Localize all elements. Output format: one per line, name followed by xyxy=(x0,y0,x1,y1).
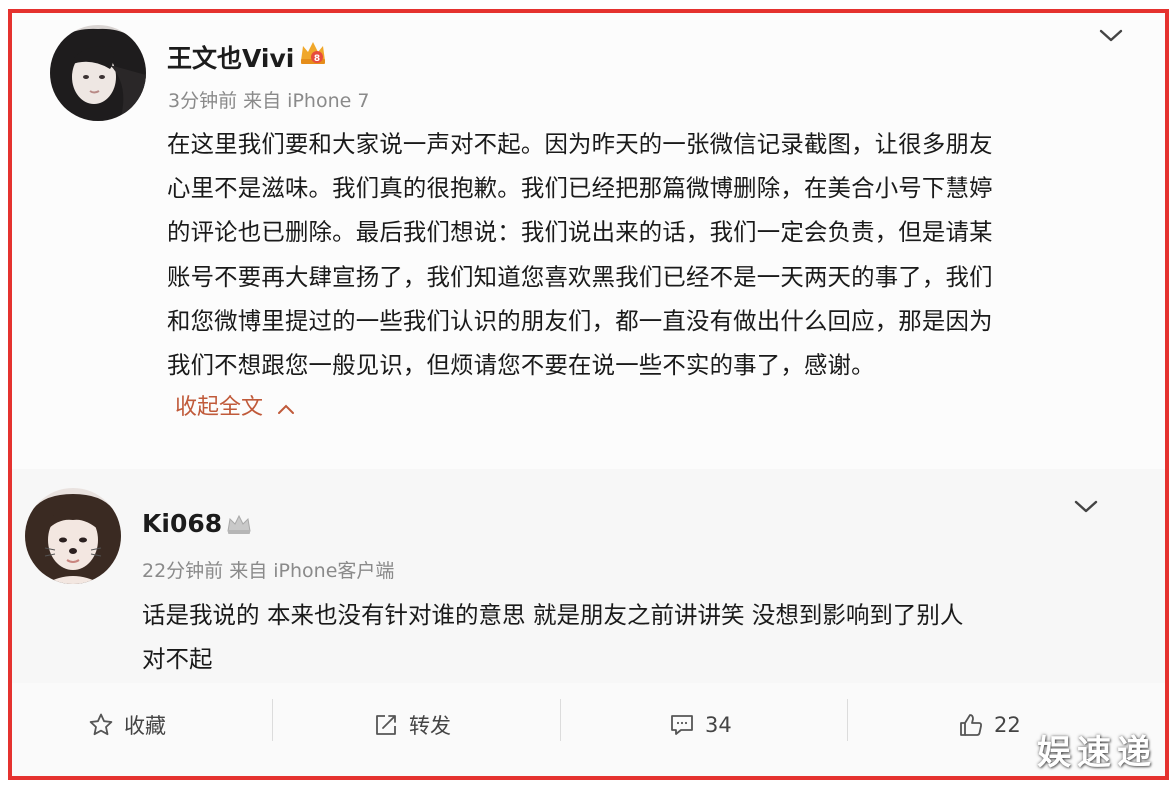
post-text-line: 我们不想跟您一般见识，但烦请您不要在说一些不实的事了，感谢。 xyxy=(167,351,875,379)
action-divider xyxy=(847,699,848,741)
collapse-text-button[interactable]: 收起全文 xyxy=(175,389,295,421)
chevron-up-icon xyxy=(277,396,295,421)
comment-username[interactable]: Ki068 xyxy=(142,509,222,538)
favorite-button[interactable]: 收藏 xyxy=(88,707,166,743)
like-button[interactable]: 22 xyxy=(958,707,1021,743)
action-divider xyxy=(560,699,561,741)
svg-text:8: 8 xyxy=(314,54,320,64)
comment-count: 34 xyxy=(705,713,732,737)
crown-badge-icon: 8 xyxy=(298,37,328,67)
star-icon xyxy=(89,713,113,736)
post-text-line: 账号不要再大肆宣扬了，我们知道您喜欢黑我们已经不是一天两天的事了，我们 xyxy=(167,263,993,291)
post-text-line: 的评论也已删除。最后我们想说：我们说出来的话，我们一定会负责，但是请某 xyxy=(167,218,993,246)
reply-comment: Ki068 22分钟前 来自 iPhone客户端 话是我说的 本来也没有针对谁的… xyxy=(12,469,1165,683)
post-menu-chevron-icon[interactable] xyxy=(1098,28,1124,44)
post-text-line: 和您微博里提过的一些我们认识的朋友们，都一直没有做出什么回应，那是因为 xyxy=(167,307,993,335)
weibo-post: 王文也Vivi 8 3分钟前 来自 iPhone 7 在这里我们要和大家说一声对… xyxy=(12,13,1165,469)
repost-label: 转发 xyxy=(409,714,451,738)
screenshot-frame: 王文也Vivi 8 3分钟前 来自 iPhone 7 在这里我们要和大家说一声对… xyxy=(8,9,1169,780)
repost-button[interactable]: 转发 xyxy=(373,707,451,743)
post-meta: 3分钟前 来自 iPhone 7 xyxy=(168,90,370,112)
favorite-label: 收藏 xyxy=(124,714,166,738)
collapse-label: 收起全文 xyxy=(175,395,264,420)
post-avatar[interactable] xyxy=(50,25,146,121)
crown-badge-icon xyxy=(224,509,254,539)
watermark-text: 娱速递 xyxy=(1037,733,1157,773)
comment-text-line: 对不起 xyxy=(142,645,213,673)
like-count: 22 xyxy=(994,713,1021,737)
comment-text-line: 话是我说的 本来也没有针对谁的意思 就是朋友之前讲讲笑 没想到影响到了别人 xyxy=(142,601,964,629)
thumbs-up-icon xyxy=(960,714,982,736)
post-text-line: 心里不是滋味。我们真的很抱歉。我们已经把那篇微博删除，在美合小号下慧婷 xyxy=(167,174,993,202)
comment-avatar[interactable] xyxy=(25,488,121,584)
action-divider xyxy=(272,699,273,741)
post-username[interactable]: 王文也Vivi xyxy=(167,39,294,75)
post-text-line: 在这里我们要和大家说一声对不起。因为昨天的一张微信记录截图，让很多朋友 xyxy=(167,130,993,158)
comment-button[interactable]: 34 xyxy=(669,707,732,743)
repost-icon xyxy=(376,715,396,735)
comment-menu-chevron-icon[interactable] xyxy=(1073,499,1099,515)
action-bar: 收藏 转发 34 22 xyxy=(12,683,1165,776)
comment-icon xyxy=(671,715,693,735)
comment-meta: 22分钟前 来自 iPhone客户端 xyxy=(142,560,395,582)
